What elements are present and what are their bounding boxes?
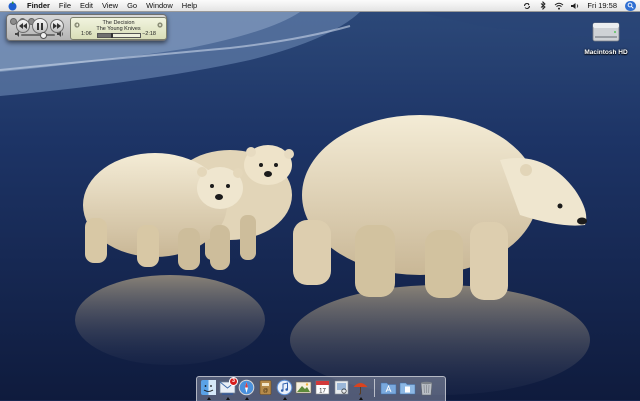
menu-bar: Finder File Edit View Go Window Help Fri… — [0, 0, 640, 12]
dock-finder[interactable] — [200, 379, 217, 400]
pause-icon — [37, 22, 43, 30]
bluetooth-icon[interactable] — [538, 1, 548, 11]
itunes-mini-player[interactable]: The Decision The Young Knives 1:06 −2:18 — [6, 14, 167, 41]
desktop-wallpaper — [0, 0, 640, 400]
volume-icon[interactable] — [570, 1, 580, 11]
iphoto-icon — [295, 381, 312, 394]
ical-icon: 17 — [315, 380, 330, 395]
dock-applications-stack[interactable] — [380, 379, 397, 397]
menu-help[interactable]: Help — [182, 0, 197, 11]
dock-mail[interactable]: 3 — [219, 377, 238, 400]
previous-icon — [19, 23, 27, 29]
svg-text:17: 17 — [319, 389, 326, 395]
dock: 3 @ 17 — [196, 376, 446, 401]
address-book-icon: @ — [259, 380, 272, 395]
menu-clock[interactable]: Fri 19:58 — [587, 0, 617, 11]
safari-icon — [238, 379, 255, 396]
dock-safari[interactable] — [238, 379, 255, 400]
umbrella-app-icon — [353, 383, 368, 395]
remaining-time: −2:18 — [142, 31, 156, 37]
dock-separator — [374, 379, 375, 397]
trash-icon — [420, 381, 433, 396]
apple-icon[interactable] — [6, 1, 18, 11]
volume-slider[interactable] — [21, 32, 55, 39]
dock-address-book[interactable]: @ — [257, 379, 274, 397]
dock-ical[interactable]: 17 — [314, 379, 331, 397]
documents-stack-icon — [399, 382, 416, 395]
display-toggle-icon[interactable] — [157, 22, 163, 28]
menu-app-finder[interactable]: Finder — [27, 0, 50, 11]
menu-view[interactable]: View — [102, 0, 118, 11]
dock-documents-stack[interactable] — [399, 379, 416, 397]
itunes-icon — [276, 379, 293, 396]
desktop-icon-label: Macintosh HD — [584, 49, 628, 56]
hard-drive-icon — [591, 16, 621, 46]
dock-trash[interactable] — [418, 379, 435, 397]
volume-high-icon — [57, 31, 64, 37]
menu-window[interactable]: Window — [146, 0, 173, 11]
menu-go[interactable]: Go — [127, 0, 137, 11]
applications-stack-icon — [380, 382, 397, 395]
track-progress-fill — [98, 34, 112, 37]
menu-extras: Fri 19:58 — [516, 0, 640, 11]
track-progress-bar[interactable] — [97, 33, 141, 38]
dock-preview[interactable] — [333, 379, 350, 397]
mail-unread-badge: 3 — [229, 377, 238, 386]
next-icon — [53, 23, 61, 29]
dock-itunes[interactable] — [276, 379, 293, 400]
preview-icon — [334, 380, 349, 395]
pause-button[interactable] — [32, 18, 48, 34]
menu-edit[interactable]: Edit — [80, 0, 93, 11]
dock-umbrella-app[interactable] — [352, 379, 369, 400]
polar-bears-wallpaper — [0, 0, 640, 400]
spotlight-icon[interactable] — [625, 0, 636, 11]
volume-low-icon — [15, 31, 19, 37]
finder-icon — [201, 380, 216, 395]
svg-text:@: @ — [263, 388, 268, 394]
dock-iphoto[interactable] — [295, 379, 312, 397]
track-progress-knob[interactable] — [111, 33, 114, 38]
volume-slider-knob[interactable] — [40, 32, 48, 39]
elapsed-time: 1:06 — [81, 31, 92, 37]
now-playing-display: The Decision The Young Knives 1:06 −2:18 — [70, 17, 167, 40]
snapback-icon[interactable] — [74, 22, 80, 28]
wifi-icon[interactable] — [554, 1, 564, 11]
desktop-icon-macintosh-hd[interactable]: Macintosh HD — [583, 16, 629, 56]
sync-icon[interactable] — [522, 1, 532, 11]
menu-file[interactable]: File — [59, 0, 71, 11]
